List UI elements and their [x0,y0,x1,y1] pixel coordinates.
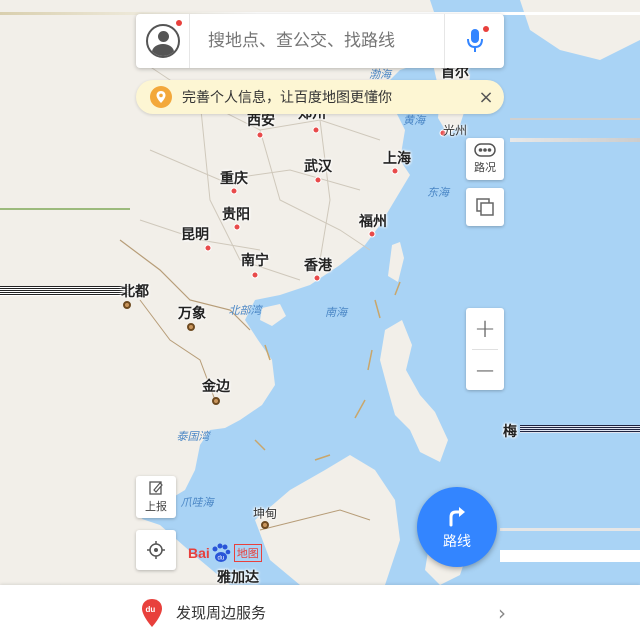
zoom-in-button[interactable]: + [466,308,504,349]
baidu-paw-icon: du [212,543,231,562]
city-label: 金边 [202,379,230,395]
city-dot [233,223,241,231]
sea-label: 东海 [427,186,449,199]
city-label: 梅 [503,424,517,440]
render-glitch-strip [0,286,130,296]
capital-dot [261,521,269,529]
baidu-logo: Bai du 地图 [188,543,262,563]
capital-dot [212,397,220,405]
nearby-services-label: 发现周边服务 [176,604,267,622]
svg-text:du: du [217,556,224,562]
layers-icon [476,198,494,216]
route-turn-icon [449,507,465,527]
logo-text: 地图 [233,544,262,562]
logo-text: Bai [188,545,210,561]
svg-text:du: du [146,605,156,614]
city-label: 香港 [304,258,332,274]
zoom-out-button[interactable]: − [466,350,504,391]
city-dot [368,230,376,238]
layers-button[interactable] [466,188,504,226]
city-label: 北都 [121,284,149,300]
city-dot [256,131,264,139]
notification-dot [483,26,489,32]
render-glitch-strip [500,528,640,531]
search-input[interactable] [190,31,444,51]
render-glitch-strip [510,138,640,142]
city-label: 昆明 [181,227,209,243]
chevron-right-icon: › [498,600,506,625]
report-edit-icon [149,481,163,495]
capital-dot [187,323,195,331]
city-label: 福州 [359,214,387,230]
profile-banner[interactable]: 完善个人信息，让百度地图更懂你 × [136,80,504,114]
render-glitch-strip [520,425,640,433]
city-dot [391,167,399,175]
render-glitch-strip [500,550,640,562]
microphone-icon [466,29,483,52]
avatar-button[interactable] [136,14,190,68]
user-avatar-icon [145,24,180,58]
sea-label: 爪哇海 [180,496,214,509]
traffic-button[interactable]: 路况 [466,138,504,180]
notification-dot [176,20,182,26]
city-label: 坤甸 [252,506,278,521]
city-label: 上海 [383,151,411,167]
zoom-control: + − [466,308,504,390]
location-pin-icon [150,86,172,108]
report-label: 上报 [145,500,167,513]
sea-label: 泰国湾 [176,430,210,443]
baidu-du-icon: du [142,598,162,627]
traffic-icon [474,143,496,157]
sea-label: 黄海 [403,114,425,127]
city-dot [251,271,259,279]
city-label: 重庆 [220,171,248,187]
voice-search-button[interactable] [444,14,504,68]
traffic-label: 路况 [474,161,496,174]
city-label: 光州 [442,123,468,138]
close-icon[interactable]: × [468,87,504,108]
banner-text: 完善个人信息，让百度地图更懂你 [182,90,392,106]
city-dot [313,274,321,282]
city-label: 万象 [178,306,206,322]
city-label: 雅加达 [217,570,259,586]
city-label: 南宁 [241,253,269,269]
search-bar [136,14,504,68]
report-button[interactable]: 上报 [136,476,176,518]
render-glitch-strip [510,118,640,120]
city-dot [312,126,320,134]
locate-button[interactable] [136,530,176,570]
capital-dot [123,301,131,309]
route-label: 路线 [443,534,471,550]
sea-label: 南海 [325,306,347,319]
route-button[interactable]: 路线 [417,487,497,567]
city-dot [230,187,238,195]
render-glitch-strip [0,208,130,210]
city-label: 武汉 [304,159,332,175]
city-dot [204,244,212,252]
city-label: 贵阳 [222,207,250,223]
nearby-services-bar[interactable]: du 发现周边服务 › [0,585,640,640]
city-dot [314,176,322,184]
locate-icon [147,541,165,559]
sea-label: 北部湾 [228,304,262,317]
